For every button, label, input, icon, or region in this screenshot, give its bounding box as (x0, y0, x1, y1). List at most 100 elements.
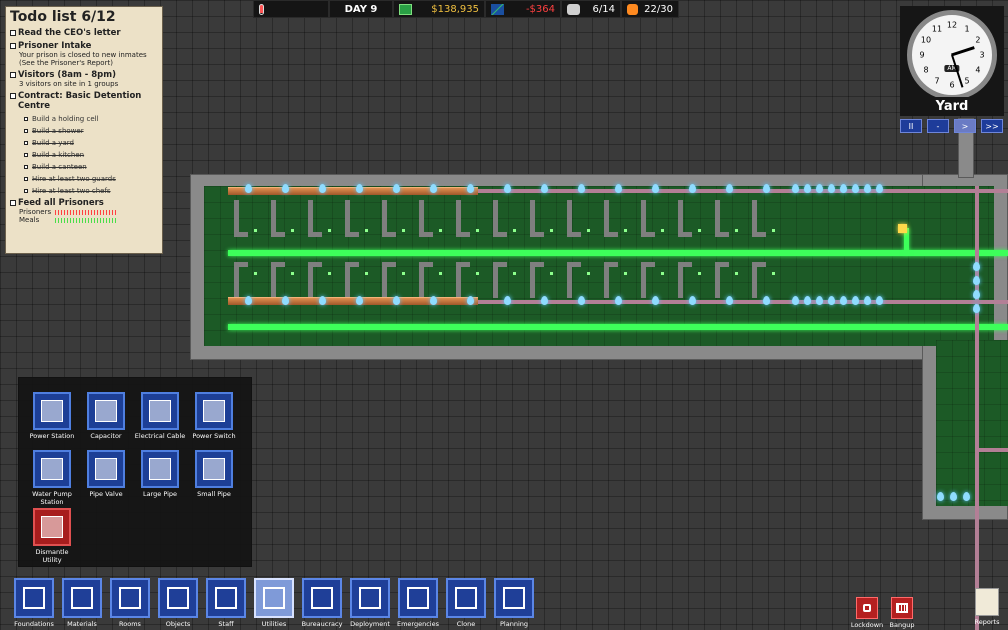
todo-item[interactable]: Contract: Basic Detention Centre (10, 91, 158, 111)
water-drop-icon (393, 184, 400, 193)
cell-wall (493, 200, 498, 236)
prisoner-icon (627, 3, 639, 15)
thermometer-box[interactable] (253, 0, 329, 18)
utility-capacitor[interactable]: Capacitor (79, 392, 133, 440)
toolbar-planning-button[interactable]: Planning (490, 578, 538, 630)
subtask-item[interactable]: Hire at least two chefs (24, 187, 158, 195)
cell-wall (604, 262, 609, 298)
toolbar-deployment-button[interactable]: Deployment (346, 578, 394, 630)
lockdown-button[interactable]: Lockdown (850, 597, 884, 629)
subtask-item[interactable]: Build a kitchen (24, 151, 158, 159)
bangup-button[interactable]: Bangup (885, 597, 919, 629)
small-pipe (478, 189, 1008, 193)
light-icon (254, 229, 257, 232)
subtask-item[interactable]: Build a yard (24, 139, 158, 147)
pipe-valve-icon (87, 450, 125, 488)
light-icon (476, 229, 479, 232)
light-icon (698, 229, 701, 232)
checkbox-icon (24, 117, 28, 121)
money-box[interactable]: $138,935 (393, 0, 485, 18)
cash-icon (399, 3, 412, 15)
toolbar-rooms-button[interactable]: Rooms (106, 578, 154, 630)
cell-wall (345, 262, 350, 298)
reports-button[interactable]: Reports (968, 588, 1006, 626)
clock-numeral: 4 (975, 65, 981, 75)
todo-item[interactable]: Visitors (8am - 8pm) (10, 70, 158, 80)
water-drop-icon (689, 296, 696, 305)
slow-speed-button[interactable]: - (927, 119, 949, 133)
utility-dismantle[interactable]: Dismantle Utility (25, 508, 79, 564)
utility-label: Water Pump Station (32, 490, 72, 506)
water-drop-icon (282, 296, 289, 305)
subtask-item[interactable]: Build a holding cell (24, 115, 158, 123)
toolbar-label: Emergencies (396, 620, 439, 628)
toolbar-bureaucracy-button[interactable]: Bureaucracy (298, 578, 346, 630)
utility-water-pump[interactable]: Water Pump Station (25, 450, 79, 506)
todo-list-panel[interactable]: Todo list 6/12 Read the CEO's letter Pri… (5, 6, 163, 254)
objects-icon (158, 578, 198, 618)
cell-wall (641, 262, 655, 267)
toolbar-label: Objects (165, 620, 191, 628)
east-wing-floor (936, 340, 1008, 506)
cell-wall (382, 200, 387, 236)
water-drop-icon (816, 296, 823, 305)
cell-wall (345, 262, 359, 267)
light-icon (698, 272, 701, 275)
income-value: -$364 (525, 3, 555, 15)
water-drop-icon (541, 296, 548, 305)
toolbar-clone-button[interactable]: Clone (442, 578, 490, 630)
top-hud: DAY 9 $138,935 -$364 6/14 22/30 (253, 0, 679, 18)
pause-button[interactable]: II (900, 119, 922, 133)
subtask-item[interactable]: Hire at least two guards (24, 175, 158, 183)
water-drop-icon (245, 296, 252, 305)
prisoner-count: 22/30 (644, 3, 673, 15)
cell-wall (308, 200, 313, 236)
utility-large-pipe[interactable]: Large Pipe (133, 450, 187, 498)
toolbar-objects-button[interactable]: Objects (154, 578, 202, 630)
cell-wall (345, 232, 359, 237)
subtask-label: Build a kitchen (32, 151, 85, 159)
water-drop-icon (792, 296, 799, 305)
bottom-toolbar: Foundations Materials Rooms Objects Staff Uti… (10, 578, 538, 630)
icon-glyph (41, 400, 63, 422)
checkbox-icon (10, 43, 16, 49)
utility-electrical-cable[interactable]: Electrical Cable (133, 392, 187, 440)
light-icon (661, 229, 664, 232)
light-icon (550, 229, 553, 232)
prisoner-box[interactable]: 22/30 (621, 0, 679, 18)
toolbar-label: Clone (456, 620, 476, 628)
water-drop-icon (356, 296, 363, 305)
toolbar-emergencies-button[interactable]: Emergencies (394, 578, 442, 630)
income-box[interactable]: -$364 (485, 0, 561, 18)
utility-power-station[interactable]: Power Station (25, 392, 79, 440)
utility-label: Small Pipe (197, 490, 231, 498)
cell-wall (271, 262, 285, 267)
cell-wall (456, 262, 461, 298)
clock-hour-hand (951, 46, 975, 57)
cell-wall (382, 262, 396, 267)
light-icon (328, 229, 331, 232)
light-icon (476, 272, 479, 275)
todo-item[interactable]: Feed all Prisoners (10, 198, 158, 208)
subtask-item[interactable]: Build a shower (24, 127, 158, 135)
cell-block-floor (204, 186, 994, 346)
todo-item[interactable]: Prisoner Intake (10, 41, 158, 51)
normal-speed-button[interactable]: > (954, 119, 976, 133)
subtask-item[interactable]: Build a canteen (24, 163, 158, 171)
toolbar-staff-button[interactable]: Staff (202, 578, 250, 630)
utility-small-pipe[interactable]: Small Pipe (187, 450, 241, 498)
todo-item[interactable]: Read the CEO's letter (10, 28, 158, 38)
toolbar-materials-button[interactable]: Materials (58, 578, 106, 630)
staff-box[interactable]: 6/14 (561, 0, 621, 18)
water-drop-icon (504, 184, 511, 193)
cell-wall (419, 200, 424, 236)
fast-speed-button[interactable]: >> (981, 119, 1003, 133)
toolbar-utilities-button[interactable]: Utilities (250, 578, 298, 630)
toolbar-foundations-button[interactable]: Foundations (10, 578, 58, 630)
water-drop-icon (963, 492, 970, 501)
power-station-icon (33, 392, 71, 430)
utility-pipe-valve[interactable]: Pipe Valve (79, 450, 133, 498)
utility-power-switch[interactable]: Power Switch (187, 392, 241, 440)
reports-label: Reports (974, 618, 1000, 626)
water-drop-icon (937, 492, 944, 501)
